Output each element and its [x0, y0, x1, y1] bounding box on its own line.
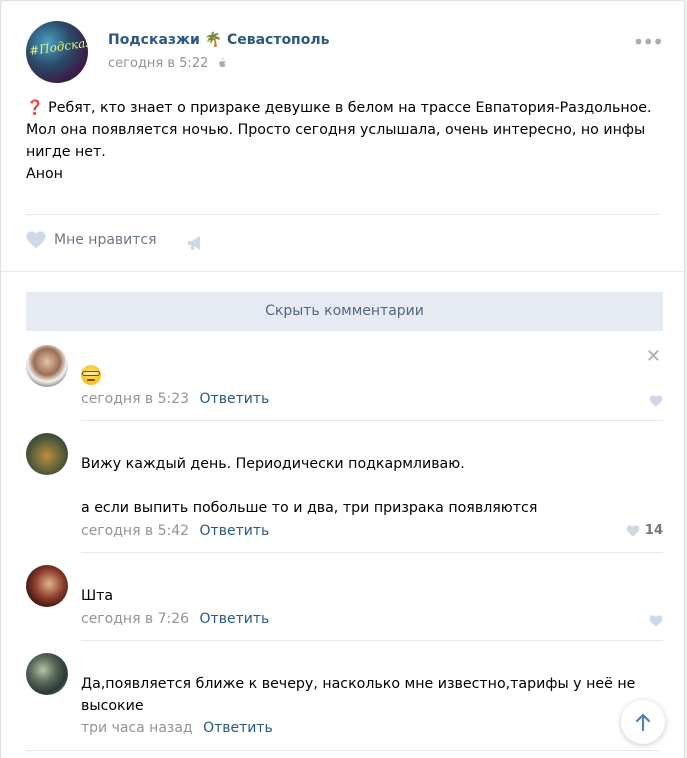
- group-name-city: Севастополь: [226, 32, 330, 48]
- comment-time[interactable]: сегодня в 7:26: [81, 611, 189, 627]
- comment-text-line: высокие: [81, 698, 144, 714]
- heart-icon: [626, 524, 640, 537]
- group-name-text: Подсказжи: [108, 32, 200, 48]
- like-button[interactable]: Мне нравится: [26, 231, 157, 249]
- comment-meta: сегодня в 7:26 Ответить: [81, 611, 269, 627]
- comment-avatar[interactable]: [26, 653, 68, 695]
- reply-link[interactable]: Ответить: [200, 391, 270, 407]
- comment-divider: [81, 420, 663, 421]
- post-divider: [26, 214, 659, 215]
- post-text: ❓ Ребят, кто знает о призраке девушке в …: [26, 97, 666, 185]
- comment-divider: [81, 552, 663, 553]
- scroll-to-top-button[interactable]: [621, 700, 665, 744]
- group-avatar[interactable]: #Подсказжи: [26, 21, 88, 83]
- comment-divider: [26, 750, 659, 751]
- heart-icon: [649, 395, 663, 407]
- apple-icon: [218, 58, 225, 68]
- post-text-line: Анон: [26, 166, 63, 182]
- post-date-text: сегодня в 5:22: [108, 56, 209, 71]
- comment-meta: сегодня в 5:23 Ответить: [81, 391, 269, 407]
- avatar-logo-text: #Подсказжи: [28, 32, 88, 58]
- sunglasses-emoji-icon: [81, 365, 101, 385]
- comment-text-line: Да,появляется ближе к вечеру, насколько …: [81, 676, 636, 692]
- comment-meta: три часа назад Ответить: [81, 720, 273, 736]
- heart-icon: [26, 231, 46, 249]
- comment-item: Да,появляется ближе к вечеру, насколько …: [26, 653, 663, 751]
- palm-icon: 🌴: [204, 32, 223, 48]
- post-header: #Подсказжи Подсказжи 🌴 Севастополь сегод…: [26, 21, 664, 85]
- post-text-line: Мол она появляется ночью. Просто сегодня…: [26, 122, 646, 138]
- comment-item: Вижу каждый день. Периодически подкармли…: [26, 433, 663, 553]
- share-button[interactable]: [186, 234, 206, 256]
- section-divider: [1, 271, 684, 272]
- comment-item: ✕ сегодня в 5:23 Ответить: [26, 345, 663, 421]
- comment-text-line: а если выпить побольше то и два, три при…: [81, 500, 538, 516]
- comment-text-line: Вижу каждый день. Периодически подкармли…: [81, 456, 465, 472]
- comment-like-button[interactable]: [647, 615, 663, 627]
- like-label: Мне нравится: [54, 232, 157, 248]
- comment-avatar[interactable]: [26, 565, 68, 607]
- comment-divider: [81, 640, 663, 641]
- comment-like-button[interactable]: [647, 395, 663, 407]
- close-icon[interactable]: ✕: [646, 346, 661, 367]
- reply-link[interactable]: Ответить: [200, 523, 270, 539]
- comment-avatar[interactable]: [26, 433, 68, 475]
- post-date[interactable]: сегодня в 5:22: [108, 56, 226, 71]
- group-name-link[interactable]: Подсказжи 🌴 Севастополь: [108, 32, 329, 48]
- heart-icon: [649, 615, 663, 627]
- arrow-up-icon: [635, 713, 651, 731]
- megaphone-icon: [188, 236, 200, 250]
- post-card: #Подсказжи Подсказжи 🌴 Севастополь сегод…: [0, 0, 685, 758]
- hide-comments-button[interactable]: Скрыть комментарии: [26, 292, 663, 331]
- comment-text-line: Шта: [81, 588, 114, 604]
- post-text-line: нигде нет.: [26, 144, 106, 160]
- post-text-line: ❓ Ребят, кто знает о призраке девушке в …: [26, 100, 652, 116]
- comment-meta: сегодня в 5:42 Ответить: [81, 523, 269, 539]
- comment-text: [81, 365, 101, 392]
- reply-link[interactable]: Ответить: [203, 720, 273, 736]
- comment-time[interactable]: сегодня в 5:23: [81, 391, 189, 407]
- comment-item: Шта сегодня в 7:26 Ответить: [26, 565, 663, 641]
- comment-time[interactable]: сегодня в 5:42: [81, 523, 189, 539]
- reply-link[interactable]: Ответить: [200, 611, 270, 627]
- more-options-icon[interactable]: •••: [633, 32, 664, 52]
- comment-like-button[interactable]: 14: [624, 523, 663, 538]
- comment-time[interactable]: три часа назад: [81, 720, 193, 736]
- comment-avatar[interactable]: [26, 345, 68, 387]
- comment-like-count: 14: [644, 523, 663, 538]
